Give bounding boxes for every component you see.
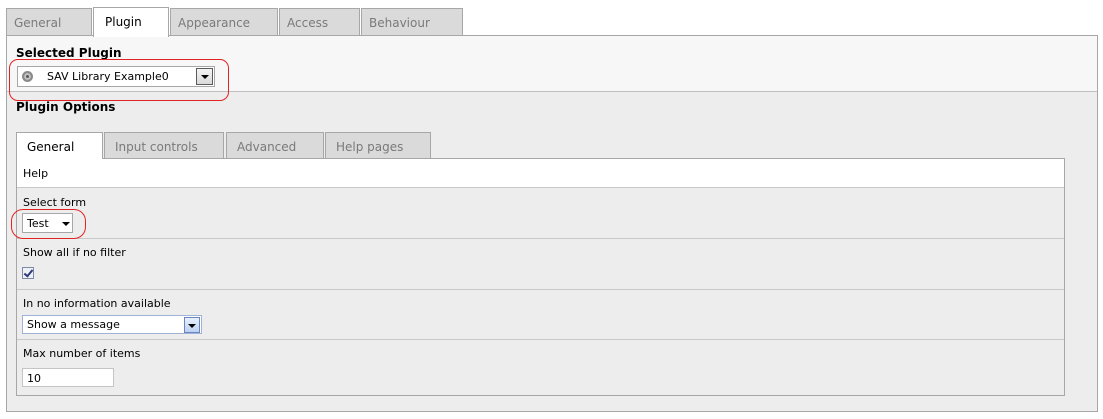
inner-tab-advanced[interactable]: Advanced [226, 132, 324, 158]
selected-plugin-heading: Selected Plugin [16, 46, 122, 60]
options-panel: Help Select form Test Show all if no fil… [11, 158, 1065, 396]
no-info-row: In no information available Show a messa… [17, 290, 1064, 340]
inner-tab-general-label: General [27, 140, 75, 154]
selected-plugin-section: Selected Plugin SAV Library Example0 [7, 36, 1097, 101]
inner-tab-help-pages[interactable]: Help pages [325, 132, 431, 158]
inner-tab-help-pages-label: Help pages [336, 140, 404, 154]
no-info-select[interactable]: Show a message [22, 315, 202, 334]
show-all-checkbox[interactable] [22, 267, 34, 279]
max-items-label: Max number of items [23, 347, 141, 360]
tab-plugin[interactable]: Plugin [93, 7, 169, 37]
tab-general-label: General [14, 16, 62, 30]
max-items-input[interactable]: 10 [22, 368, 114, 387]
inner-tab-input-controls-label: Input controls [115, 140, 198, 154]
tab-appearance[interactable]: Appearance [170, 8, 278, 36]
highlight-ring-form [11, 209, 86, 239]
plugin-panel: Selected Plugin SAV Library Example0 Plu… [6, 35, 1098, 412]
tab-behaviour[interactable]: Behaviour [361, 8, 463, 36]
highlight-ring-plugin [9, 59, 229, 101]
show-all-label: Show all if no filter [23, 246, 126, 259]
max-items-row: Max number of items 10 [17, 340, 1064, 396]
show-all-row: Show all if no filter [17, 239, 1064, 290]
tab-behaviour-label: Behaviour [369, 16, 430, 30]
help-row: Help [17, 159, 1064, 188]
tab-general[interactable]: General [6, 8, 92, 36]
chevron-down-icon[interactable] [184, 317, 200, 333]
tab-plugin-label: Plugin [105, 15, 142, 29]
help-label: Help [23, 167, 49, 180]
tab-access-label: Access [287, 16, 329, 30]
select-form-row: Select form Test [11, 188, 1064, 239]
no-info-value: Show a message [27, 318, 120, 331]
inner-tab-general[interactable]: General [16, 132, 103, 159]
inner-tab-input-controls[interactable]: Input controls [104, 132, 224, 158]
plugin-options-heading: Plugin Options [16, 100, 116, 114]
select-form-label: Select form [23, 196, 87, 209]
inner-tab-advanced-label: Advanced [237, 140, 297, 154]
tab-access[interactable]: Access [279, 8, 360, 36]
no-info-label: In no information available [23, 297, 171, 310]
tab-appearance-label: Appearance [178, 16, 251, 30]
